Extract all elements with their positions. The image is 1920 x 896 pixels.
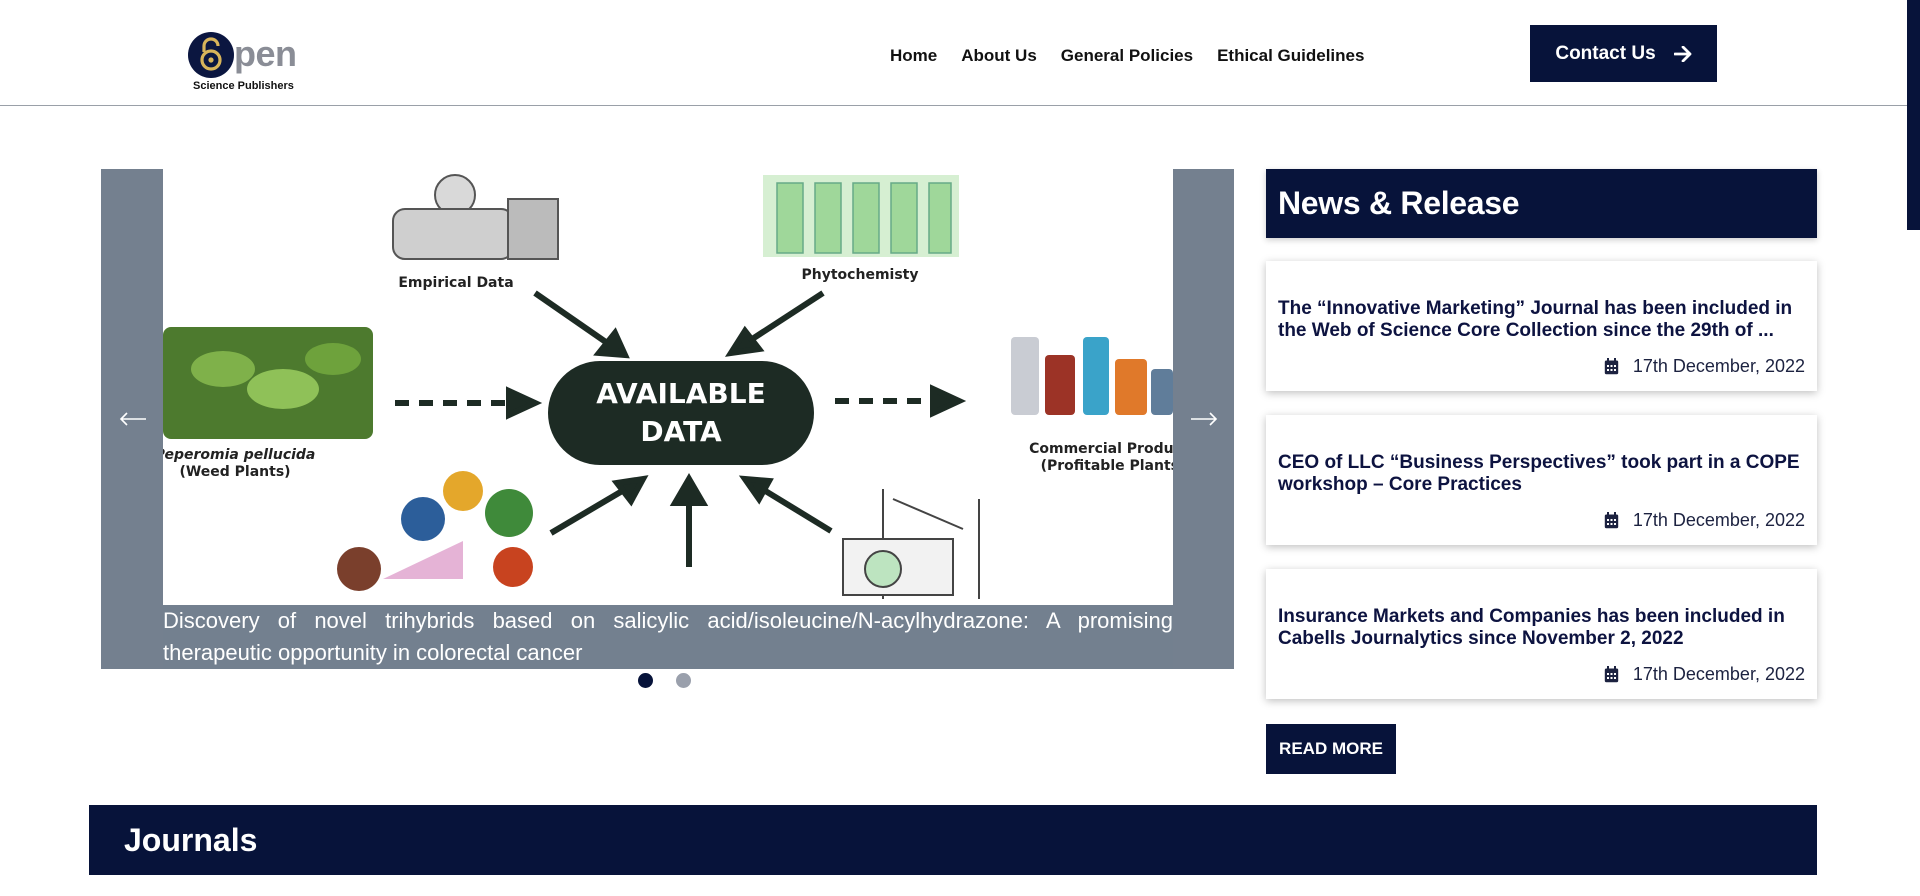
news-title[interactable]: Insurance Markets and Companies has been…	[1278, 606, 1805, 650]
label-commercial-sub: (Profitable Plants)	[1041, 458, 1173, 474]
contact-us-button[interactable]: Contact Us	[1530, 25, 1717, 82]
news-section-header: News & Release	[1266, 169, 1817, 238]
arrow-left-icon	[119, 412, 146, 426]
site-header: pen Science Publishers Home About Us Gen…	[0, 0, 1920, 106]
news-card[interactable]: CEO of LLC “Business Perspectives” took …	[1266, 415, 1817, 545]
news-date: 17th December, 2022	[1604, 510, 1805, 531]
logo-word: pen	[234, 33, 297, 74]
nav-about-us[interactable]: About Us	[961, 46, 1037, 66]
news-date: 17th December, 2022	[1604, 664, 1805, 685]
arrow-right-icon	[1673, 45, 1692, 62]
calendar-icon	[1604, 512, 1619, 529]
news-card[interactable]: Insurance Markets and Companies has been…	[1266, 569, 1817, 699]
news-card[interactable]: The “Innovative Marketing” Journal has b…	[1266, 261, 1817, 391]
commercial-products-figure: Commercial Products (Profitable Plants)	[1011, 337, 1173, 474]
carousel-next-button[interactable]	[1186, 401, 1222, 437]
bio-activity-figure	[337, 471, 533, 591]
calendar-icon	[1604, 666, 1619, 683]
read-more-button[interactable]: READ MORE	[1266, 724, 1396, 774]
news-heading: News & Release	[1278, 185, 1520, 221]
journals-heading: Journals	[124, 822, 258, 858]
label-empirical: Empirical Data	[398, 275, 513, 291]
label-weed-sub: (Weed Plants)	[179, 464, 290, 480]
news-date-text: 17th December, 2022	[1632, 356, 1805, 376]
nav-ethical-guidelines[interactable]: Ethical Guidelines	[1217, 46, 1364, 66]
news-date: 17th December, 2022	[1604, 356, 1805, 377]
phyto-figure: Phytochemisty	[763, 175, 959, 283]
arrow-right-icon	[1191, 412, 1218, 426]
open-access-lock-icon	[188, 32, 234, 78]
carousel-dot-2[interactable]	[676, 673, 691, 688]
hero-carousel: Empirical Data Phytochemisty AVAILABLE D…	[101, 169, 1234, 669]
empirical-figure: Empirical Data	[392, 174, 559, 291]
label-available: AVAILABLE	[596, 377, 765, 410]
carousel-indicators	[638, 673, 691, 688]
label-data: DATA	[640, 415, 722, 448]
label-weed: Peperomia pellucida	[163, 447, 315, 463]
contact-us-label: Contact Us	[1555, 42, 1656, 64]
weed-plant-figure: Peperomia pellucida (Weed Plants)	[163, 327, 373, 480]
carousel-slide-image: Empirical Data Phytochemisty AVAILABLE D…	[163, 169, 1173, 605]
main-nav: Home About Us General Policies Ethical G…	[890, 46, 1388, 66]
carousel-dot-1[interactable]	[638, 673, 653, 688]
label-commercial: Commercial Products	[1029, 441, 1173, 457]
label-phyto: Phytochemisty	[802, 267, 919, 283]
journals-section-header: Journals	[89, 805, 1817, 875]
slide-caption[interactable]: Discovery of novel trihybrids based on s…	[163, 605, 1173, 669]
apparatus-figure	[842, 489, 980, 599]
news-date-text: 17th December, 2022	[1632, 510, 1805, 530]
calendar-icon	[1604, 358, 1619, 375]
available-data-node: AVAILABLE DATA	[548, 361, 814, 465]
news-date-text: 17th December, 2022	[1632, 664, 1805, 684]
news-title[interactable]: CEO of LLC “Business Perspectives” took …	[1278, 452, 1805, 496]
news-title[interactable]: The “Innovative Marketing” Journal has b…	[1278, 298, 1805, 342]
nav-home[interactable]: Home	[890, 46, 937, 66]
page-scrollbar-thumb[interactable]	[1907, 0, 1920, 230]
carousel-prev-button[interactable]	[115, 401, 151, 437]
logo-subtitle: Science Publishers	[193, 80, 294, 92]
nav-general-policies[interactable]: General Policies	[1061, 46, 1193, 66]
site-logo[interactable]: pen Science Publishers	[188, 30, 318, 94]
